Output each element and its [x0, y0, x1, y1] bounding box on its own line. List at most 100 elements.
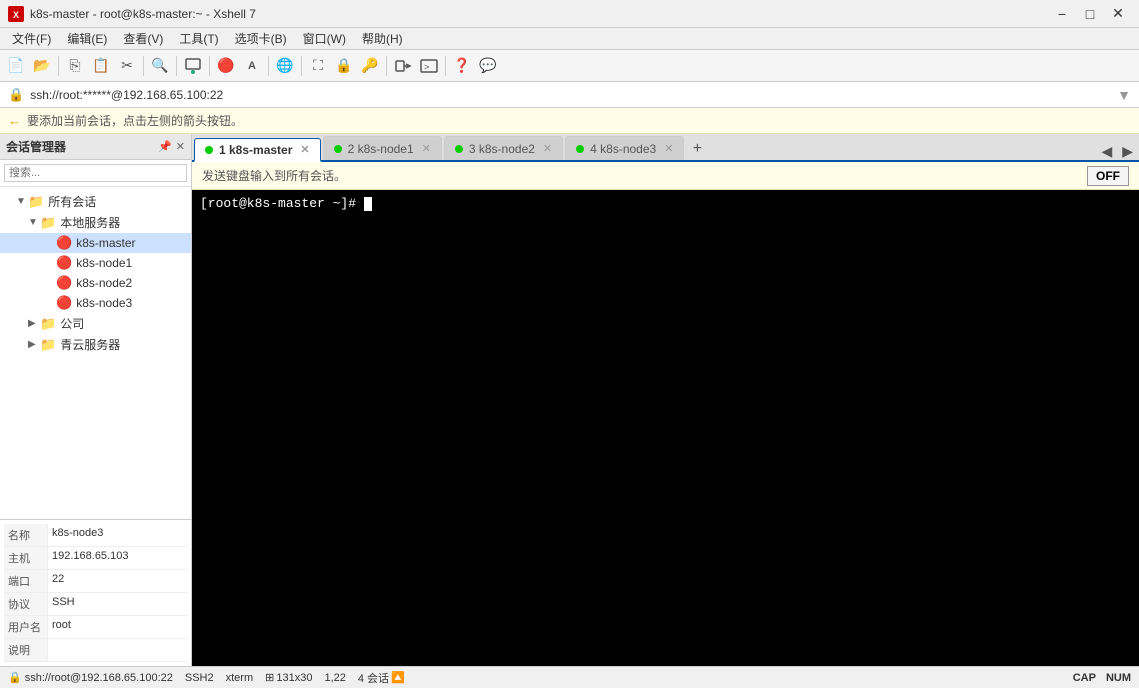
statusbar-ssh-text: ssh://root@192.168.65.100:22	[25, 672, 173, 684]
sidebar-tree: ▼ 📁 所有会话 ▼ 📁 本地服务器 🔴 k8s-master 🔴 k8s-no…	[0, 187, 191, 519]
info-value-name: k8s-node3	[48, 524, 107, 546]
statusbar-num: NUM	[1106, 672, 1131, 684]
titlebar: X k8s-master - root@k8s-master:~ - Xshel…	[0, 0, 1139, 28]
sidebar-header-icons: 📌 ✕	[158, 140, 185, 153]
font-button[interactable]: A	[240, 54, 264, 78]
session-button[interactable]	[181, 54, 205, 78]
tree-item-all-sessions[interactable]: ▼ 📁 所有会话	[0, 191, 191, 212]
menubar: 文件(F)编辑(E)查看(V)工具(T)选项卡(B)窗口(W)帮助(H)	[0, 28, 1139, 50]
prompt-text: [root@k8s-master ~]#	[200, 196, 364, 211]
statusbar-lock-icon: 🔒	[8, 671, 22, 684]
folder-icon: 📁	[40, 215, 56, 231]
statusbar-position: 1,22	[324, 672, 345, 684]
terminal[interactable]: [root@k8s-master ~]#	[192, 190, 1139, 666]
info-label-port: 端口	[4, 570, 48, 592]
close-button[interactable]: ✕	[1105, 4, 1131, 24]
menu-item-窗口w[interactable]: 窗口(W)	[295, 28, 354, 49]
transfer-button[interactable]	[391, 54, 415, 78]
tab-label: 2 k8s-node1	[348, 142, 414, 156]
help-button[interactable]: ❓	[450, 54, 474, 78]
tab-k8s-master[interactable]: 1 k8s-master ✕	[194, 138, 321, 162]
tab-dot-icon	[576, 145, 584, 153]
cut-button[interactable]: ✂	[115, 54, 139, 78]
tab-close-icon[interactable]: ✕	[543, 142, 552, 155]
info-label-name: 名称	[4, 524, 48, 546]
globe-button[interactable]: 🌐	[273, 54, 297, 78]
tree-item-qingyun[interactable]: ▶ 📁 青云服务器	[0, 334, 191, 355]
maximize-button[interactable]: □	[1077, 4, 1103, 24]
info-label-protocol: 协议	[4, 593, 48, 615]
terminal-prompt: [root@k8s-master ~]#	[200, 196, 372, 211]
tree-item-k8s-node3[interactable]: 🔴 k8s-node3	[0, 293, 191, 313]
addressbar: 🔒 ssh://root:******@192.168.65.100:22 ▼	[0, 82, 1139, 108]
menu-item-文件f[interactable]: 文件(F)	[4, 28, 59, 49]
tab-k8s-node1[interactable]: 2 k8s-node1 ✕	[323, 136, 442, 160]
info-row-protocol: 协议 SSH	[4, 593, 187, 616]
tree-item-k8s-node2[interactable]: 🔴 k8s-node2	[0, 273, 191, 293]
new-tab-button[interactable]: +	[686, 138, 708, 160]
tree-item-k8s-node1[interactable]: 🔴 k8s-node1	[0, 253, 191, 273]
menu-item-帮助h[interactable]: 帮助(H)	[354, 28, 411, 49]
statusbar-size-icon: ⊞	[265, 671, 274, 684]
copy-button[interactable]: ⎘	[63, 54, 87, 78]
menu-item-选项卡b[interactable]: 选项卡(B)	[227, 28, 295, 49]
minimize-button[interactable]: −	[1049, 4, 1075, 24]
tree-item-local-servers[interactable]: ▼ 📁 本地服务器	[0, 212, 191, 233]
broadcast-text: 发送键盘输入到所有会话。	[202, 167, 346, 184]
sidebar-pin-icon[interactable]: 📌	[158, 140, 172, 153]
broadcast-toggle-button[interactable]: OFF	[1087, 166, 1129, 186]
tree-label: k8s-master	[76, 236, 135, 250]
address-text: ssh://root:******@192.168.65.100:22	[30, 88, 1111, 102]
separator-1	[58, 56, 59, 76]
statusbar-sessions-icon: 🔼	[391, 671, 405, 684]
lock-button[interactable]: 🔒	[332, 54, 356, 78]
cursor	[364, 197, 372, 211]
tab-nav: ◀ ▶	[1097, 143, 1137, 160]
tree-label: 所有会话	[48, 193, 96, 210]
statusbar-encoding: xterm	[226, 672, 254, 684]
tab-close-icon[interactable]: ✕	[300, 143, 309, 156]
info-value-note	[48, 639, 56, 661]
tree-item-company[interactable]: ▶ 📁 公司	[0, 313, 191, 334]
tree-label: k8s-node1	[76, 256, 132, 270]
expand-icon: ▼	[28, 217, 40, 228]
separator-4	[209, 56, 210, 76]
stop-button[interactable]: 🔴	[214, 54, 238, 78]
tab-label: 1 k8s-master	[219, 143, 292, 157]
open-button[interactable]: 📂	[30, 54, 54, 78]
statusbar-right: CAP NUM	[1073, 672, 1131, 684]
info-row-note: 说明	[4, 639, 187, 662]
search-input[interactable]	[4, 164, 187, 182]
statusbar-ssh: 🔒 ssh://root@192.168.65.100:22	[8, 671, 173, 684]
tree-label: 本地服务器	[60, 214, 120, 231]
comment-button[interactable]: 💬	[476, 54, 500, 78]
paste-button[interactable]: 📋	[89, 54, 113, 78]
info-label-host: 主机	[4, 547, 48, 569]
menu-item-编辑e[interactable]: 编辑(E)	[59, 28, 115, 49]
statusbar-encoding-text: xterm	[226, 672, 254, 684]
app-icon: X	[8, 6, 24, 22]
tree-item-k8s-master[interactable]: 🔴 k8s-master	[0, 233, 191, 253]
tab-prev-icon[interactable]: ◀	[1097, 143, 1116, 160]
sidebar: 会话管理器 📌 ✕ ▼ 📁 所有会话 ▼ 📁 本地服务器	[0, 134, 192, 666]
tabbar: 1 k8s-master ✕ 2 k8s-node1 ✕ 3 k8s-node2…	[192, 134, 1139, 162]
search-button[interactable]: 🔍	[148, 54, 172, 78]
tab-k8s-node3[interactable]: 4 k8s-node3 ✕	[565, 136, 684, 160]
info-value-protocol: SSH	[48, 593, 79, 615]
key-button[interactable]: 🔑	[358, 54, 382, 78]
tab-close-icon[interactable]: ✕	[422, 142, 431, 155]
sidebar-close-icon[interactable]: ✕	[176, 140, 185, 153]
tab-next-icon[interactable]: ▶	[1118, 143, 1137, 160]
info-value-username: root	[48, 616, 75, 638]
fullscreen-button[interactable]: ⛶	[306, 54, 330, 78]
separator-8	[445, 56, 446, 76]
dropdown-arrow-icon[interactable]: ▼	[1117, 87, 1131, 103]
menu-item-查看v[interactable]: 查看(V)	[115, 28, 171, 49]
separator-7	[386, 56, 387, 76]
new-button[interactable]: 📄	[4, 54, 28, 78]
menu-item-工具t[interactable]: 工具(T)	[171, 28, 226, 49]
terminal-button[interactable]: >_	[417, 54, 441, 78]
tab-close-icon[interactable]: ✕	[664, 142, 673, 155]
tab-k8s-node2[interactable]: 3 k8s-node2 ✕	[444, 136, 563, 160]
tab-label: 3 k8s-node2	[469, 142, 535, 156]
